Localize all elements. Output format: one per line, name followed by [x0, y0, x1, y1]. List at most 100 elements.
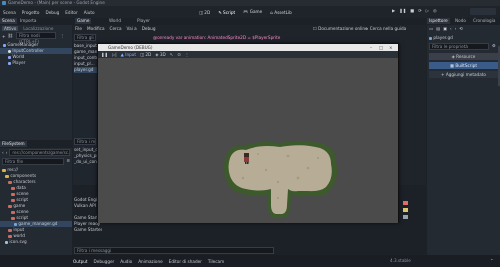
node-filter-input[interactable]: Filtra nodi (CTRL+F) [16, 32, 56, 44]
warning-filter-icon[interactable] [403, 208, 408, 212]
file-row-icon[interactable]: icon.svg [0, 239, 72, 245]
tab-scena[interactable]: Scena [0, 18, 17, 24]
menu-editor[interactable]: Editor [65, 10, 77, 15]
link-icon[interactable]: ⛓ [8, 33, 13, 39]
scene-options-icon[interactable]: ⋮ [60, 33, 64, 38]
editor-menu-vai[interactable]: Vai a [127, 26, 137, 31]
pause-icon[interactable]: ❚❚ [399, 8, 406, 13]
maximize-icon[interactable]: □ [379, 44, 383, 51]
bottom-tab-audio[interactable]: Audio [120, 259, 132, 264]
movie-icon[interactable]: ◎ [433, 8, 437, 13]
output-line: Game Started [74, 227, 102, 232]
tab-filesystem[interactable]: FileSystem [0, 141, 27, 147]
menu-debug[interactable]: Debug [46, 10, 60, 15]
workspace-game-button[interactable]: 🎮 Game [243, 9, 262, 15]
history-back-icon[interactable]: ‹ [450, 26, 452, 31]
camera-override-icon[interactable]: ⊙ [177, 52, 181, 57]
add-metadata-label: Aggiungi metadato [445, 72, 486, 77]
script-list-item-selected[interactable]: player.gd [74, 67, 97, 73]
sort-icon[interactable]: ≡ [66, 158, 70, 165]
next-frame-icon[interactable]: ▷| [112, 52, 117, 57]
folder-icon [8, 234, 12, 238]
file-label: game_manager.gd [18, 221, 58, 226]
stop-icon[interactable]: ■ [410, 8, 414, 13]
tree-row-player[interactable]: Player [0, 60, 72, 66]
bottom-tab-debugger[interactable]: Debugger [94, 259, 115, 264]
3d-mode-button[interactable]: ◈ 3D [155, 52, 165, 57]
folder-icon [2, 168, 6, 172]
menu-scena[interactable]: Scena [3, 10, 16, 15]
editor-tabs: Game World Player [73, 18, 426, 25]
script-filter-input[interactable]: Filtra gli script [74, 34, 96, 41]
inspector-object-row[interactable]: player.gd [429, 34, 498, 41]
inspector-options-icon[interactable]: ⚙ [492, 43, 496, 48]
embed-options-icon[interactable]: ⋮ [185, 52, 189, 57]
tab-world[interactable]: World [107, 18, 123, 24]
bottom-tab-tilecam[interactable]: Tilecam [208, 259, 224, 264]
workspace-game-label: Game [249, 9, 263, 14]
close-icon[interactable]: × [389, 44, 393, 51]
tab-cronologia[interactable]: Cronologia [471, 18, 497, 24]
select-tool-icon[interactable]: ↖ [170, 52, 174, 57]
play-icon[interactable]: ▶ [392, 8, 395, 13]
file-label: characters [13, 179, 36, 184]
sub-tab-attivo[interactable]: Attivo [2, 26, 19, 31]
game-window[interactable]: GameDemo (DEBUG) – □ × ❚❚ ▷| ▲ Input ◫ 2… [97, 43, 399, 223]
add-node-icon[interactable]: + [2, 34, 6, 39]
add-metadata-button[interactable]: + Aggiungi metadato [429, 71, 498, 78]
sub-tab-localizzazione[interactable]: Localizzazione [21, 26, 55, 31]
pause-game-icon[interactable]: ❚❚ [101, 52, 108, 57]
tab-player[interactable]: Player [135, 18, 152, 24]
save-resource-icon[interactable]: ▣ [443, 26, 447, 31]
property-filter-input[interactable]: Filtra le proprietà [429, 43, 489, 50]
message-filter-input[interactable]: Filtra i messaggi [74, 247, 274, 254]
folder-icon [8, 228, 12, 232]
method-item[interactable]: _do_ui_conti... [74, 159, 97, 165]
input-mode-label: Input [125, 52, 137, 57]
bottom-tab-animazione[interactable]: Animazione [138, 259, 162, 264]
main-menubar: Scena Progetto Debug Editor Aiuto ◫ 2D ✎… [0, 6, 500, 18]
code-line: @onready var animation: AnimatedSprite2D… [153, 35, 343, 41]
scene-tree: GameManager InputController World Player [0, 42, 72, 66]
file-filter-input[interactable]: Filtra file [2, 158, 65, 165]
forward-icon[interactable]: › [6, 150, 8, 155]
collapse-panel-icon[interactable]: ⌃ [490, 255, 494, 267]
tab-nodo[interactable]: Nodo [453, 18, 468, 24]
methods-filter-input[interactable]: Filtra i metodi [74, 138, 96, 145]
menu-aiuto[interactable]: Aiuto [84, 10, 95, 15]
remote-debug-icon[interactable]: ⟳ [418, 8, 422, 13]
search-help-link[interactable]: ⌕ Cerca nella guida [366, 26, 406, 31]
path-field[interactable]: res://components/game/sc... [9, 149, 70, 156]
input-mode-button[interactable]: ▲ Input [121, 52, 136, 57]
editor-menu-debug[interactable]: Debug [142, 26, 156, 31]
editor-menu-modifica[interactable]: Modifica [87, 26, 105, 31]
menu-progetto[interactable]: Progetto [22, 10, 40, 15]
2d-mode-button[interactable]: ◫ 2D [140, 52, 151, 57]
tab-ispettore[interactable]: Ispettore [427, 18, 450, 24]
online-docs-link[interactable]: ☐ Documentazione online [313, 26, 368, 31]
error-filter-icon[interactable] [403, 201, 408, 205]
resource-section[interactable]: ◈ Resource [429, 53, 498, 60]
editor-menu-cerca[interactable]: Cerca [110, 26, 122, 31]
tab-game[interactable]: Game [75, 18, 92, 24]
back-icon[interactable]: ‹ [2, 150, 4, 155]
load-resource-icon[interactable]: ▤ [436, 26, 440, 31]
tab-importa[interactable]: Importa [18, 18, 38, 24]
bottom-tab-shader-editor[interactable]: Editor di shader [169, 259, 202, 264]
renderer-select[interactable] [470, 8, 496, 15]
bottom-tab-output[interactable]: Output [73, 259, 88, 264]
folder-icon [5, 174, 9, 178]
folder-icon [11, 192, 15, 196]
new-resource-icon[interactable]: ▭ [429, 26, 433, 31]
workspace-script-button[interactable]: ✎ Script [218, 10, 235, 15]
add-icon: + [441, 72, 445, 77]
message-filter-icon[interactable] [403, 215, 408, 219]
history-icon[interactable]: ⟲ [459, 26, 463, 31]
builtscript-button[interactable]: ▦ BuiltScript [429, 62, 498, 69]
workspace-2d-button[interactable]: ◫ 2D [199, 10, 210, 15]
minimize-icon[interactable]: – [370, 44, 372, 51]
play-scene-icon[interactable]: ▷ [426, 8, 429, 13]
editor-menu-file[interactable]: File [75, 26, 82, 31]
history-forward-icon[interactable]: › [455, 26, 457, 31]
workspace-assetlib-button[interactable]: ⌂ AssetLib [270, 10, 292, 15]
